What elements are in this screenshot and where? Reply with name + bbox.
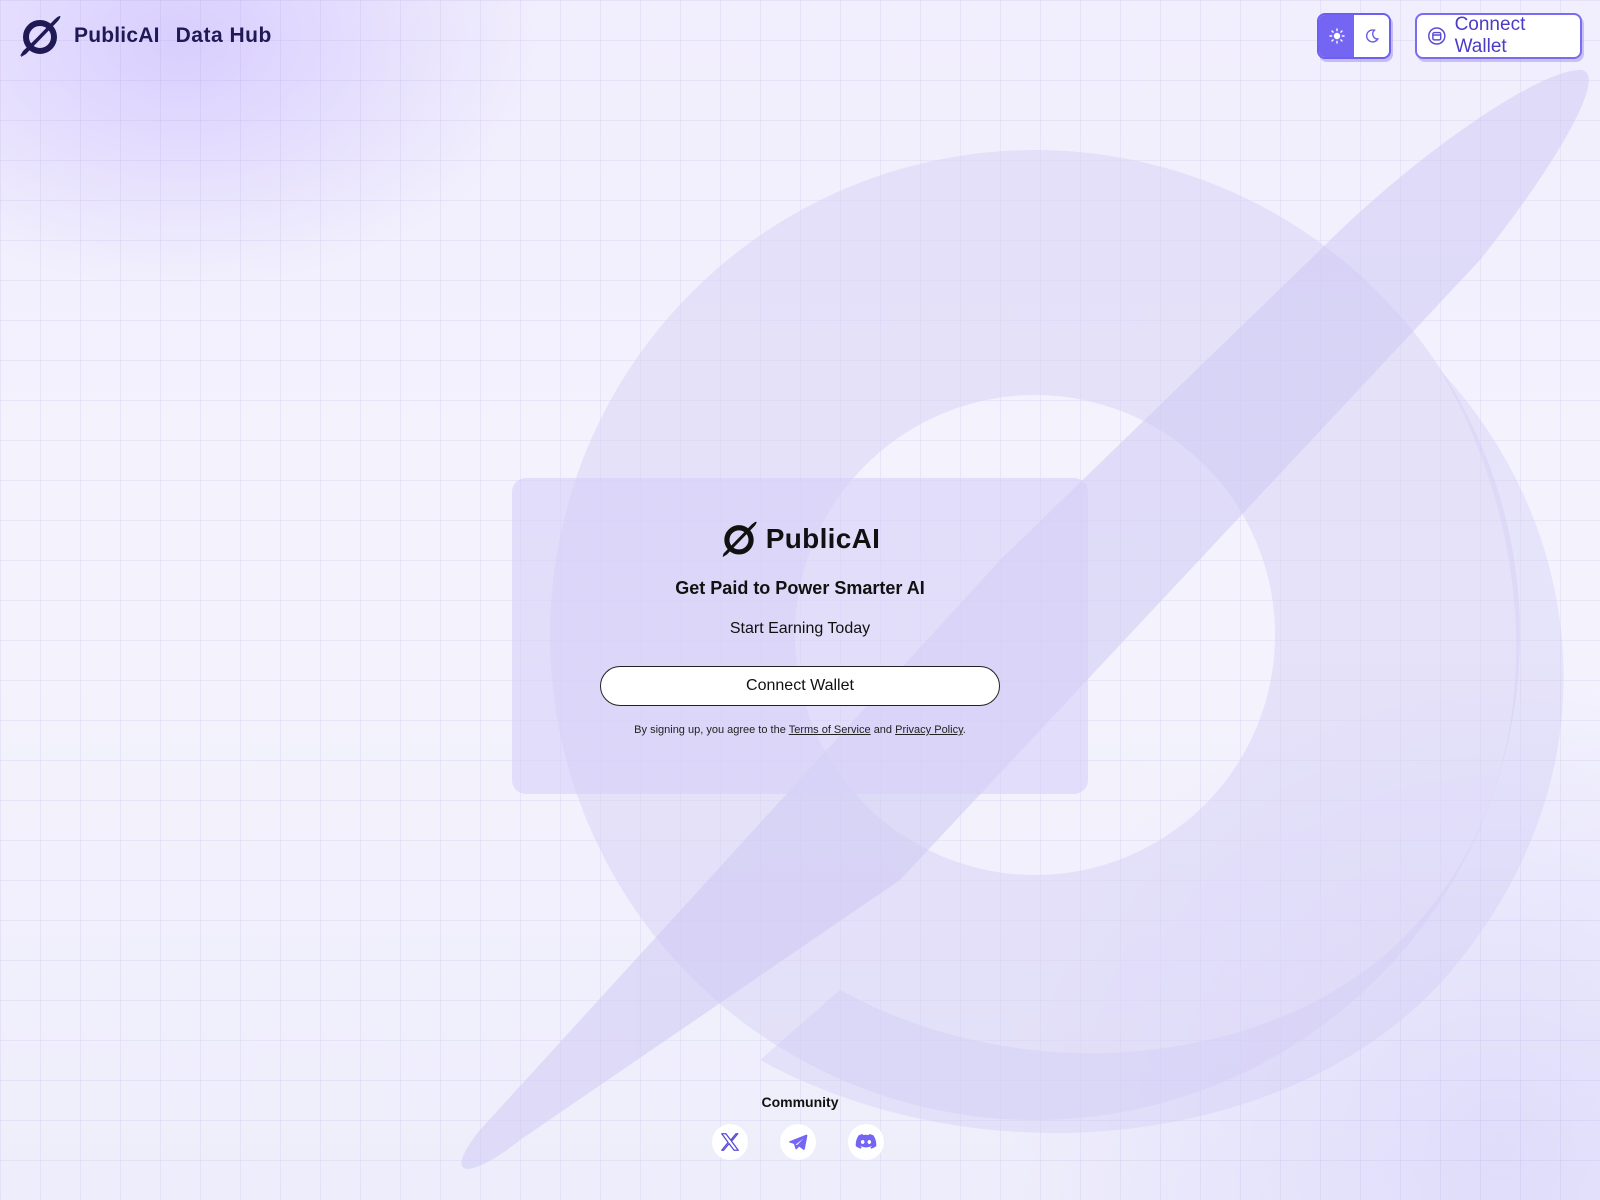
discord-link[interactable] [848, 1124, 884, 1160]
header-connect-wallet-button[interactable]: Connect Wallet [1415, 13, 1582, 59]
theme-toggle[interactable] [1317, 13, 1391, 59]
telegram-icon [789, 1134, 808, 1150]
publicai-logo-icon [722, 521, 757, 558]
card-title: Get Paid to Power Smarter AI [675, 578, 925, 598]
wallet-icon [1428, 27, 1446, 45]
login-card: PublicAI Get Paid to Power Smarter AI St… [512, 478, 1088, 794]
terms-of-service-link[interactable]: Terms of Service [789, 724, 871, 736]
sun-icon [1328, 28, 1345, 44]
social-links [712, 1124, 884, 1160]
card-brand: PublicAI [512, 520, 1088, 558]
card-subtitle: Start Earning Today [729, 620, 871, 637]
community-label: Community [761, 1094, 839, 1110]
x-link[interactable] [712, 1124, 748, 1160]
terms-notice: By signing up, you agree to the Terms of… [512, 724, 1088, 736]
brand-home-link[interactable]: PublicAI Data Hub [18, 14, 272, 58]
light-mode-button[interactable] [1319, 15, 1354, 57]
privacy-policy-link[interactable]: Privacy Policy [895, 724, 963, 736]
moon-icon [1365, 29, 1379, 43]
discord-icon [855, 1134, 877, 1149]
connect-wallet-button[interactable]: Connect Wallet [600, 666, 1000, 706]
terms-and: and [873, 724, 893, 736]
x-icon [721, 1133, 739, 1151]
card-brand-name: PublicAI [765, 523, 881, 554]
publicai-logo-icon [20, 16, 61, 57]
dark-mode-button[interactable] [1354, 15, 1389, 57]
terms-prefix: By signing up, you agree to the [634, 724, 786, 736]
top-header: PublicAI Data Hub Connect Wallet [0, 0, 1600, 72]
brand-subtitle: Data Hub [175, 24, 272, 47]
terms-suffix: . [962, 724, 966, 736]
brand-name: PublicAI [74, 24, 160, 47]
telegram-link[interactable] [780, 1124, 816, 1160]
header-connect-wallet-label: Connect Wallet [1454, 14, 1526, 57]
